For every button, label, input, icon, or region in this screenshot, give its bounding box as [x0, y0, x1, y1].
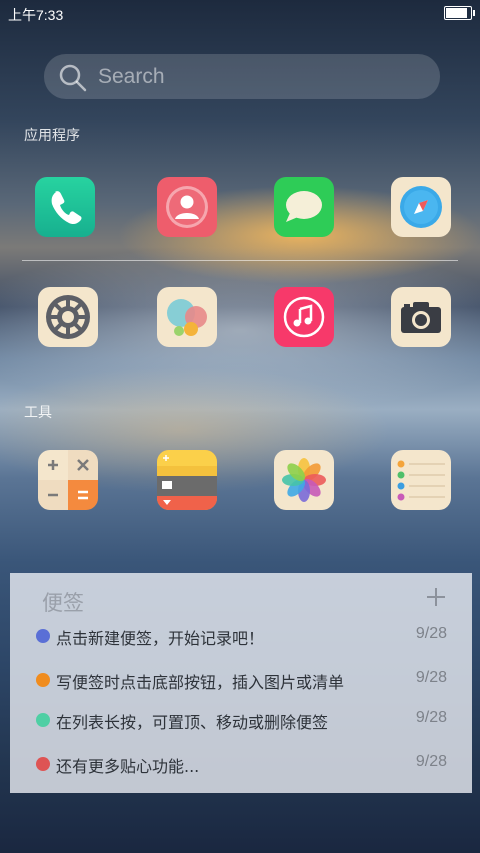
list-item[interactable]: 点击新建便签，开始记录吧！ 9/28: [36, 621, 450, 651]
section-label-tools: 工具: [24, 405, 52, 421]
contacts-app[interactable]: [157, 177, 217, 237]
note-date: 9/28: [415, 669, 447, 686]
list-item[interactable]: 写便签时点击底部按钮，插入图片或清单 9/28: [36, 665, 450, 695]
note-color-dot: [36, 673, 50, 687]
note-color-dot: [36, 713, 50, 727]
camera-app[interactable]: [391, 287, 451, 347]
list-item[interactable]: 在列表长按，可置顶、移动或删除便签 9/28: [36, 705, 450, 735]
list-icon: [391, 450, 451, 510]
search-bar[interactable]: [44, 54, 440, 99]
wallet-icon: [157, 450, 217, 510]
music-app[interactable]: [274, 287, 334, 347]
battery-fill: [446, 8, 467, 18]
note-date: 9/28: [415, 709, 447, 726]
status-bar: 上午7:33: [0, 0, 480, 26]
note-text: 点击新建便签，开始记录吧！: [56, 629, 265, 648]
search-input[interactable]: [96, 61, 420, 93]
section-label-apps: 应用程序: [24, 128, 80, 144]
row-divider: [22, 260, 458, 261]
phone-icon: [35, 177, 95, 237]
calculator-app[interactable]: [38, 450, 98, 510]
note-color-dot: [36, 629, 50, 643]
notes-title: 便签: [42, 591, 84, 615]
messages-app[interactable]: [274, 177, 334, 237]
note-date: 9/28: [415, 625, 447, 642]
note-color-dot: [36, 757, 50, 771]
status-time: 上午7:33: [8, 7, 64, 23]
circles-icon: [157, 287, 217, 347]
note-date: 9/28: [415, 753, 447, 770]
camera-icon: [391, 287, 451, 347]
game-center-app[interactable]: [157, 287, 217, 347]
battery-icon: [444, 6, 475, 20]
settings-app[interactable]: [38, 287, 98, 347]
wallet-app[interactable]: [157, 450, 217, 510]
compass-icon: [391, 177, 451, 237]
photos-flower-icon: [274, 450, 334, 510]
phone-app[interactable]: [35, 177, 95, 237]
notes-widget: 便签 点击新建便签，开始记录吧！ 9/28 写便签时点击底部按钮，插入图片或清单…: [10, 573, 472, 793]
photos-app[interactable]: [274, 450, 334, 510]
contacts-icon: [157, 177, 217, 237]
gear-icon: [38, 287, 98, 347]
search-icon: [59, 64, 87, 92]
note-text: 在列表长按，可置顶、移动或删除便签: [56, 713, 329, 732]
reminders-app[interactable]: [391, 450, 451, 510]
calculator-icon: [38, 450, 98, 510]
music-note-icon: [274, 287, 334, 347]
note-text: 写便签时点击底部按钮，插入图片或清单: [56, 673, 345, 692]
note-text: 还有更多贴心功能...: [56, 757, 200, 776]
message-bubble-icon: [274, 177, 334, 237]
plus-icon[interactable]: [426, 587, 446, 607]
browser-app[interactable]: [391, 177, 451, 237]
list-item[interactable]: 还有更多贴心功能... 9/28: [36, 749, 450, 779]
